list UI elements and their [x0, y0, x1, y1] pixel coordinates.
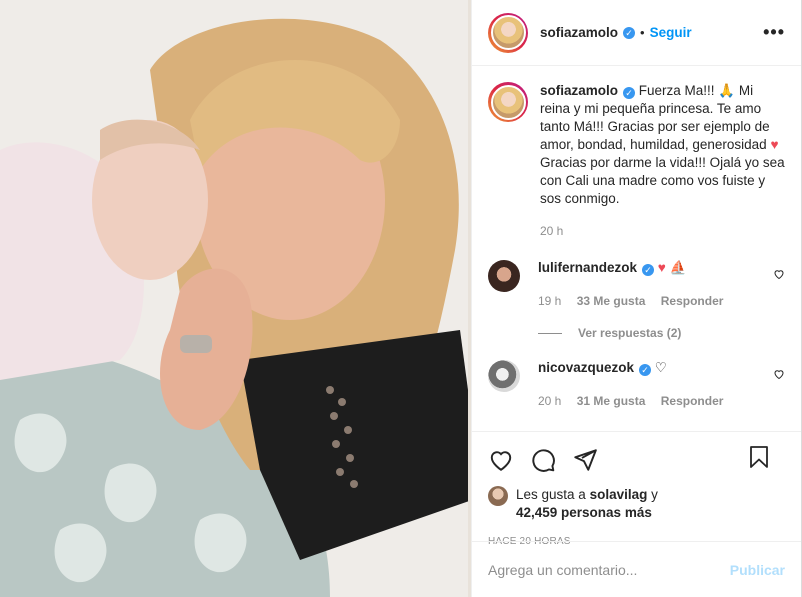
- comment-meta: 19 h 33 Me gusta Responder: [538, 294, 735, 308]
- liker-avatar[interactable]: [488, 486, 508, 506]
- instagram-post: sofiazamolo ✓ • Seguir ••• sofiazamolo ✓ …: [0, 0, 802, 597]
- more-options-icon[interactable]: •••: [763, 22, 785, 43]
- post-sidebar: sofiazamolo ✓ • Seguir ••• sofiazamolo ✓ …: [471, 0, 801, 597]
- comment-likes[interactable]: 31 Me gusta: [577, 394, 646, 408]
- verified-badge-icon: ✓: [639, 364, 652, 376]
- comment-meta: 20 h 31 Me gusta Responder: [538, 394, 735, 408]
- post-photo[interactable]: [0, 0, 471, 597]
- caption-text-2: Gracias por darme la vida!!! Ojalá yo se…: [540, 155, 785, 206]
- likes-suffix: y: [651, 487, 658, 502]
- comment-item: nicovazquezok ✓ ♡ 20 h 31 Me gusta Respon…: [488, 360, 785, 408]
- separator-dot: •: [640, 25, 645, 40]
- caption-time[interactable]: 20 h: [540, 222, 785, 240]
- reply-button[interactable]: Responder: [661, 394, 724, 408]
- comment-time[interactable]: 19 h: [538, 294, 561, 308]
- action-icons: [488, 440, 785, 480]
- comment-username[interactable]: nicovazquezok: [538, 360, 634, 375]
- likes-prefix: Les gusta a: [516, 487, 586, 502]
- post-header: sofiazamolo ✓ • Seguir •••: [472, 0, 801, 66]
- comment-input[interactable]: [488, 561, 728, 578]
- share-icon[interactable]: [572, 447, 598, 473]
- comment-body: nicovazquezok ✓ ♡ 20 h 31 Me gusta Respon…: [538, 360, 735, 408]
- caption-body: sofiazamolo ✓ Fuerza Ma!!! 🙏 Mi reina y m…: [540, 82, 785, 240]
- follow-button[interactable]: Seguir: [650, 25, 692, 40]
- caption: sofiazamolo ✓ Fuerza Ma!!! 🙏 Mi reina y m…: [488, 82, 785, 240]
- caption-avatar-image: [490, 84, 526, 120]
- author-avatar-image: [490, 15, 526, 50]
- likes-summary: Les gusta a solavilag y 42,459 personas …: [488, 486, 785, 522]
- reply-button[interactable]: Responder: [661, 294, 724, 308]
- caption-avatar[interactable]: [488, 82, 528, 122]
- save-bookmark-icon[interactable]: [747, 444, 771, 470]
- comment-avatar[interactable]: [488, 360, 520, 392]
- comment-time[interactable]: 20 h: [538, 394, 561, 408]
- comment-avatar[interactable]: [488, 260, 520, 292]
- like-icon[interactable]: [488, 447, 514, 473]
- view-replies-label: Ver respuestas (2): [578, 326, 682, 340]
- add-comment-bar: Publicar: [472, 541, 801, 597]
- comment-text: ♡: [654, 360, 667, 375]
- comment-item: lulifernandezok ✓ ♥ ⛵ 19 h 33 Me gusta Re…: [488, 260, 785, 308]
- author-avatar[interactable]: [488, 12, 528, 53]
- caption-username[interactable]: sofiazamolo: [540, 83, 618, 98]
- comment-body: lulifernandezok ✓ ♥ ⛵ 19 h 33 Me gusta Re…: [538, 260, 735, 308]
- post-photo-illustration: [0, 0, 471, 597]
- liker-username[interactable]: solavilag: [590, 487, 648, 502]
- author-username[interactable]: sofiazamolo: [540, 25, 618, 40]
- verified-badge-icon: ✓: [642, 264, 655, 276]
- comment-username[interactable]: lulifernandezok: [538, 260, 637, 275]
- comments-section: sofiazamolo ✓ Fuerza Ma!!! 🙏 Mi reina y m…: [472, 66, 801, 431]
- likes-text: Les gusta a solavilag y 42,459 personas …: [516, 486, 658, 522]
- comment-text: ♥ ⛵: [657, 260, 687, 275]
- replies-line: [538, 332, 562, 334]
- comment-likes[interactable]: 33 Me gusta: [577, 294, 646, 308]
- comment-icon[interactable]: [530, 447, 556, 473]
- verified-badge-icon: ✓: [623, 87, 636, 99]
- like-comment-icon[interactable]: [773, 268, 785, 280]
- publish-button[interactable]: Publicar: [730, 562, 785, 578]
- view-replies[interactable]: Ver respuestas (2): [538, 326, 785, 340]
- likes-count[interactable]: 42,459 personas más: [516, 505, 652, 520]
- like-comment-icon[interactable]: [773, 368, 785, 380]
- verified-badge-icon: ✓: [623, 26, 636, 39]
- red-heart-emoji: ♥: [770, 137, 779, 152]
